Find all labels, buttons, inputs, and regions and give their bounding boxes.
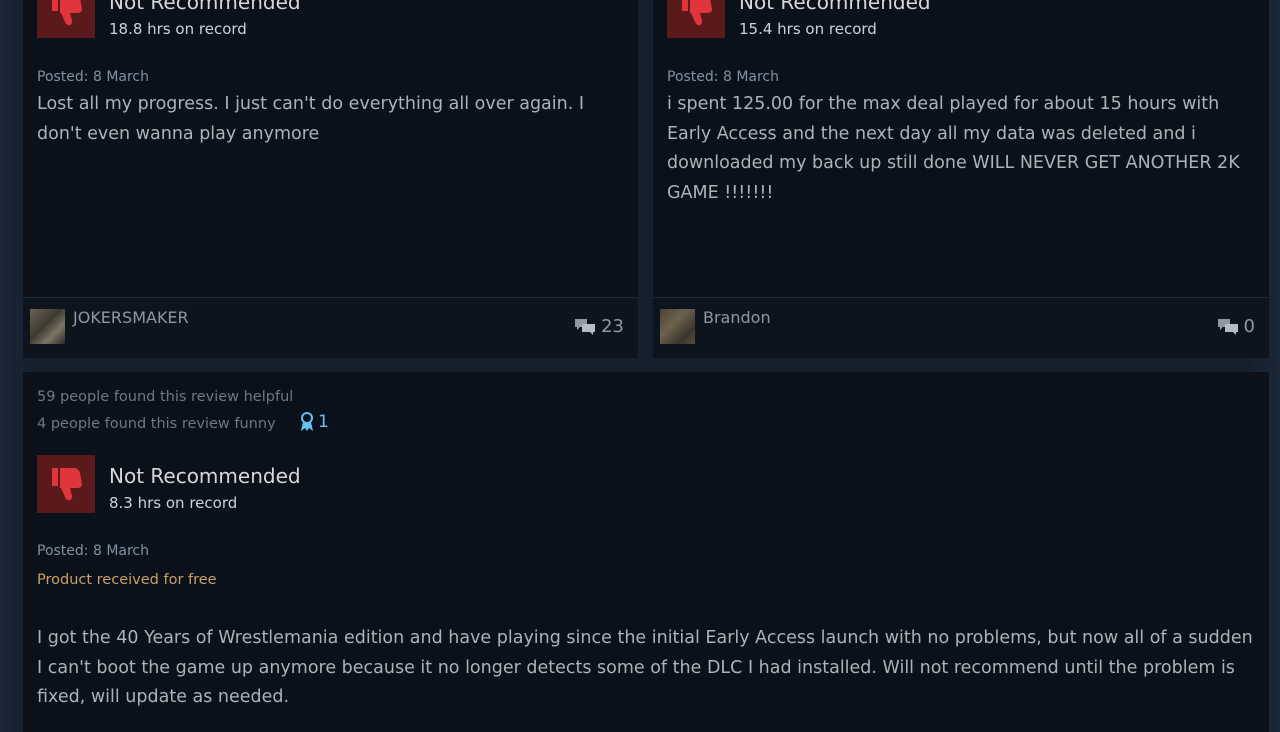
posted-date: Posted: 8 March [37,543,149,559]
review-text: i spent 125.00 for the max deal played f… [667,94,1240,203]
review-footer: Brandon 0 [653,297,1269,358]
avatar[interactable] [30,309,65,344]
thumbs-down-icon [667,0,725,38]
author-name[interactable]: Brandon [703,308,771,327]
review-text: I got the 40 Years of Wrestlemania editi… [37,628,1253,707]
hours-on-record: 18.8 hrs on record [109,20,247,38]
award-ribbon-icon [301,412,313,431]
posted-date: Posted: 8 March [37,69,149,85]
comments-count[interactable]: 0 [1217,316,1255,337]
award-badge[interactable]: 1 [300,412,329,432]
author-name[interactable]: JOKERSMAKER [73,308,189,327]
posted-date: Posted: 8 March [667,69,779,85]
verdict-label: Not Recommended [109,464,301,488]
verdict-label: Not Recommended [109,0,301,14]
speech-bubbles-icon [1217,318,1238,335]
review-card: Not Recommended 18.8 hrs on record Poste… [23,0,638,358]
verdict-label: Not Recommended [739,0,931,14]
comments-count-value: 0 [1243,316,1255,337]
speech-bubbles-icon [575,318,596,335]
review-card: 59 people found this review helpful 4 pe… [23,372,1269,732]
review-card: Not Recommended 15.4 hrs on record Poste… [653,0,1269,358]
hours-on-record: 8.3 hrs on record [109,494,238,512]
thumbs-down-icon [37,455,95,513]
comments-count[interactable]: 23 [574,316,624,337]
thumbs-down-icon [37,0,95,38]
review-text: Lost all my progress. I just can't do ev… [37,94,585,144]
review-footer: JOKERSMAKER 23 [23,297,638,358]
funny-count: 4 people found this review funny [37,416,276,432]
helpful-count: 59 people found this review helpful [37,389,294,405]
product-received-free: Product received for free [37,572,217,588]
comments-count-value: 23 [601,316,624,337]
avatar[interactable] [660,309,695,344]
hours-on-record: 15.4 hrs on record [739,20,877,38]
award-count: 1 [318,412,329,432]
